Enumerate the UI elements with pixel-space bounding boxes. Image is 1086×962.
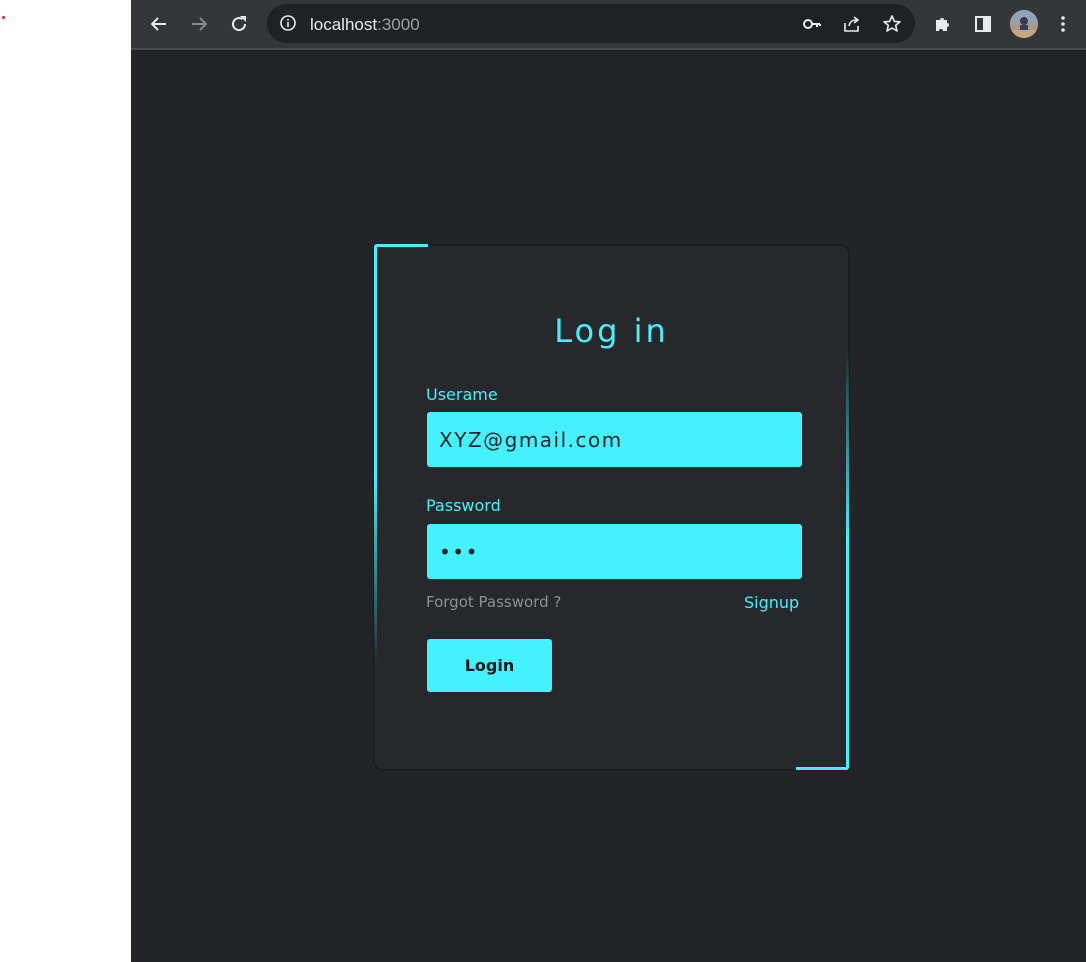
arrow-right-icon <box>192 17 208 31</box>
share-icon <box>844 16 860 32</box>
password-key-button[interactable] <box>801 13 823 35</box>
puzzle-icon <box>936 18 949 31</box>
password-input[interactable] <box>427 524 802 579</box>
username-input[interactable] <box>427 412 802 467</box>
red-dot-marker <box>2 16 5 19</box>
info-icon[interactable] <box>279 14 297 32</box>
login-button[interactable]: Login <box>427 639 552 692</box>
reload-icon <box>232 16 247 32</box>
star-icon <box>883 15 901 32</box>
url-text[interactable]: localhost:3000 <box>310 15 420 35</box>
browser-menu-button[interactable] <box>1047 8 1079 40</box>
kebab-menu-icon <box>1061 16 1065 32</box>
avatar-photo-icon <box>1010 10 1038 38</box>
extensions-button[interactable] <box>927 8 959 40</box>
url-port: :3000 <box>377 15 420 34</box>
address-bar[interactable]: localhost:3000 <box>267 4 915 43</box>
card-accent-right <box>846 350 849 770</box>
arrow-left-icon <box>150 17 166 31</box>
forgot-password-link[interactable]: Forgot Password ? <box>426 593 561 611</box>
browser-toolbar: localhost:3000 <box>131 0 1086 50</box>
side-panel-icon <box>975 16 991 32</box>
card-accent-bottom <box>796 767 849 770</box>
share-button[interactable] <box>841 13 863 35</box>
username-label: Userame <box>426 385 498 404</box>
key-icon <box>803 19 821 29</box>
side-panel-button[interactable] <box>967 8 999 40</box>
back-button[interactable] <box>143 8 175 40</box>
login-title: Log in <box>554 312 669 350</box>
profile-avatar[interactable] <box>1010 10 1038 38</box>
url-host: localhost <box>310 15 378 34</box>
password-label: Password <box>426 496 501 515</box>
desktop-margin <box>0 0 131 962</box>
signup-link[interactable]: Signup <box>744 593 799 612</box>
reload-button[interactable] <box>223 8 255 40</box>
forward-button[interactable] <box>183 8 215 40</box>
card-accent-left <box>374 245 377 665</box>
browser-window: localhost:3000 Log in Userame XYZ@gmail.… <box>131 0 1086 962</box>
card-accent-top <box>374 244 428 247</box>
bookmark-button[interactable] <box>881 13 903 35</box>
